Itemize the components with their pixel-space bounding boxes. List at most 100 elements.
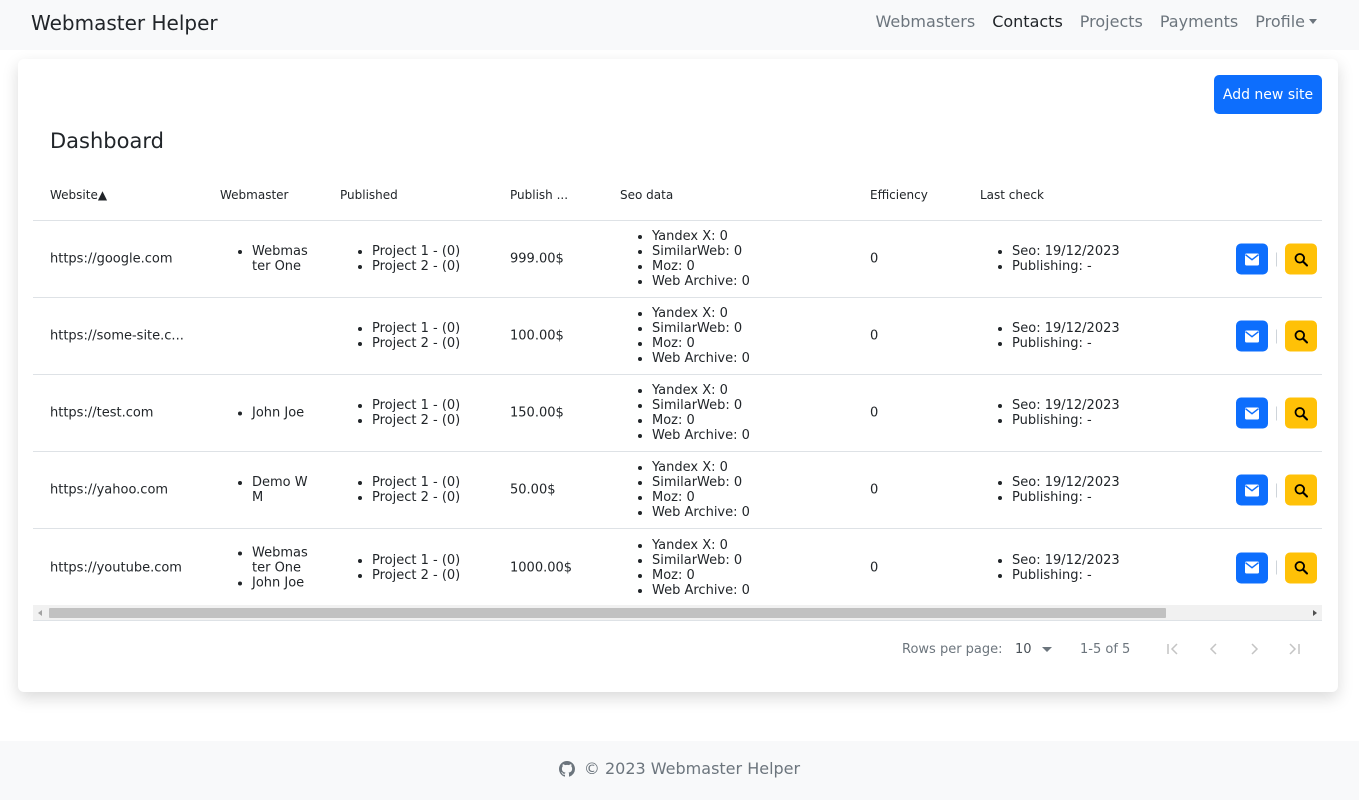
- envelope-icon: [1245, 407, 1259, 419]
- seo-item: SimilarWeb: 0: [652, 398, 832, 413]
- seo-item: Moz: 0: [652, 259, 832, 274]
- envelope-icon: [1245, 484, 1259, 496]
- published-item: Project 1 - (0): [372, 475, 512, 490]
- column-header-webmaster[interactable]: Webmaster: [220, 188, 288, 202]
- nav-payments[interactable]: Payments: [1160, 12, 1238, 31]
- contact-button[interactable]: [1236, 552, 1268, 583]
- table-header: Website▲ Webmaster Published Publish ...…: [33, 175, 1322, 221]
- last-check-cell: Seo: 19/12/2023Publishing: -: [992, 398, 1192, 428]
- website-cell[interactable]: https://youtube.com: [50, 560, 190, 575]
- efficiency-cell: 0: [870, 251, 879, 267]
- published-item: Project 2 - (0): [372, 568, 512, 583]
- efficiency-cell: 0: [870, 328, 879, 344]
- column-header-website[interactable]: Website▲: [50, 188, 107, 202]
- seo-item: SimilarWeb: 0: [652, 553, 832, 568]
- seo-item: Moz: 0: [652, 568, 832, 583]
- action-divider: [1276, 483, 1277, 497]
- table-row[interactable]: https://yahoo.com Demo WM Project 1 - (0…: [33, 452, 1322, 529]
- brand[interactable]: Webmaster Helper: [31, 11, 218, 35]
- last-check-item: Publishing: -: [1012, 259, 1192, 274]
- rows-per-page-select[interactable]: 10: [1015, 642, 1052, 657]
- seo-item: Moz: 0: [652, 413, 832, 428]
- horizontal-scrollbar[interactable]: [33, 605, 1322, 621]
- nav-profile-label: Profile: [1255, 12, 1305, 31]
- scroll-left-arrow-icon[interactable]: [38, 610, 42, 616]
- navbar: Webmaster Helper Webmasters Contacts Pro…: [0, 0, 1359, 50]
- published-item: Project 2 - (0): [372, 259, 512, 274]
- pagination: Rows per page: 10 1-5 of 5: [18, 637, 1338, 661]
- sites-table: Website▲ Webmaster Published Publish ...…: [33, 175, 1322, 606]
- published-cell: Project 1 - (0)Project 2 - (0): [352, 244, 512, 274]
- check-seo-button[interactable]: [1285, 552, 1317, 583]
- seo-data-cell: Yandex X: 0SimilarWeb: 0Moz: 0Web Archiv…: [632, 306, 832, 366]
- published-item: Project 2 - (0): [372, 490, 512, 505]
- published-item: Project 1 - (0): [372, 398, 512, 413]
- check-seo-button[interactable]: [1285, 320, 1317, 352]
- action-divider: [1276, 560, 1277, 575]
- footer-copyright: © 2023 Webmaster Helper: [583, 759, 801, 778]
- add-new-site-button[interactable]: Add new site: [1214, 75, 1322, 114]
- published-cell: Project 1 - (0)Project 2 - (0): [352, 475, 512, 505]
- contact-button[interactable]: [1236, 474, 1268, 506]
- previous-page-icon[interactable]: [1205, 640, 1223, 658]
- table-row[interactable]: https://google.com Webmaster One Project…: [33, 221, 1322, 298]
- last-check-item: Seo: 19/12/2023: [1012, 398, 1192, 413]
- published-item: Project 2 - (0): [372, 336, 512, 351]
- seo-item: Yandex X: 0: [652, 538, 832, 553]
- search-icon: [1294, 483, 1308, 497]
- website-cell[interactable]: https://yahoo.com: [50, 483, 190, 498]
- efficiency-cell: 0: [870, 405, 879, 421]
- table-row[interactable]: https://test.com John Joe Project 1 - (0…: [33, 375, 1322, 452]
- column-header-published[interactable]: Published: [340, 188, 398, 202]
- rows-per-page-label: Rows per page:: [902, 642, 1003, 657]
- efficiency-cell: 0: [870, 482, 879, 498]
- column-header-last-check[interactable]: Last check: [980, 188, 1044, 202]
- scroll-right-arrow-icon[interactable]: [1313, 610, 1317, 616]
- next-page-icon[interactable]: [1245, 640, 1263, 658]
- row-actions: [1236, 552, 1317, 583]
- last-check-cell: Seo: 19/12/2023Publishing: -: [992, 475, 1192, 505]
- seo-item: SimilarWeb: 0: [652, 244, 832, 259]
- sort-ascending-icon: ▲: [97, 188, 108, 202]
- published-item: Project 2 - (0): [372, 413, 512, 428]
- last-check-cell: Seo: 19/12/2023Publishing: -: [992, 244, 1192, 274]
- check-seo-button[interactable]: [1285, 397, 1317, 429]
- last-check-item: Seo: 19/12/2023: [1012, 244, 1192, 259]
- table-row[interactable]: https://youtube.com Webmaster OneJohn Jo…: [33, 529, 1322, 606]
- check-seo-button[interactable]: [1285, 474, 1317, 506]
- check-seo-button[interactable]: [1285, 243, 1317, 275]
- last-page-icon[interactable]: [1285, 640, 1303, 658]
- published-item: Project 1 - (0): [372, 321, 512, 336]
- dashboard-card: Add new site Dashboard Website▲ Webmaste…: [18, 59, 1338, 692]
- website-cell[interactable]: https://google.com: [50, 252, 190, 267]
- last-check-item: Seo: 19/12/2023: [1012, 475, 1192, 490]
- webmaster-item: Webmaster One: [252, 244, 312, 274]
- contact-button[interactable]: [1236, 320, 1268, 352]
- publish-price-cell: 1000.00$: [510, 560, 573, 575]
- website-cell[interactable]: https://test.com: [50, 406, 190, 421]
- nav-contacts[interactable]: Contacts: [992, 12, 1063, 31]
- first-page-icon[interactable]: [1164, 640, 1182, 658]
- seo-data-cell: Yandex X: 0SimilarWeb: 0Moz: 0Web Archiv…: [632, 460, 832, 520]
- contact-button[interactable]: [1236, 397, 1268, 429]
- seo-item: Web Archive: 0: [652, 428, 832, 443]
- last-check-cell: Seo: 19/12/2023Publishing: -: [992, 553, 1192, 583]
- row-actions: [1236, 474, 1317, 506]
- github-icon[interactable]: [558, 760, 575, 777]
- seo-item: Web Archive: 0: [652, 274, 832, 289]
- column-header-efficiency[interactable]: Efficiency: [870, 188, 928, 202]
- published-item: Project 1 - (0): [372, 244, 512, 259]
- efficiency-cell: 0: [870, 560, 879, 575]
- column-header-publish-price[interactable]: Publish ...: [510, 188, 568, 202]
- scrollbar-thumb[interactable]: [49, 608, 1166, 618]
- nav-projects[interactable]: Projects: [1080, 12, 1143, 31]
- nav-profile-dropdown[interactable]: Profile: [1255, 12, 1317, 31]
- table-row[interactable]: https://some-site.c... Project 1 - (0)Pr…: [33, 298, 1322, 375]
- caret-down-icon: [1309, 19, 1317, 24]
- last-check-item: Seo: 19/12/2023: [1012, 321, 1192, 336]
- column-header-seo-data[interactable]: Seo data: [620, 188, 673, 202]
- nav-webmasters[interactable]: Webmasters: [876, 12, 976, 31]
- contact-button[interactable]: [1236, 243, 1268, 275]
- search-icon: [1294, 252, 1308, 266]
- website-cell[interactable]: https://some-site.c...: [50, 329, 190, 344]
